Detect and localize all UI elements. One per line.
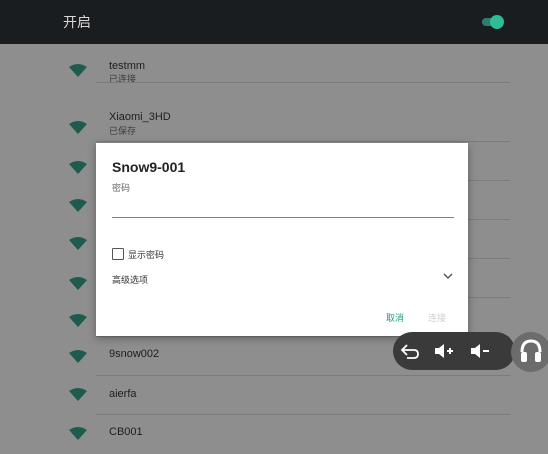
hearing-button[interactable] <box>511 332 548 372</box>
divider <box>96 82 510 83</box>
cancel-button[interactable]: 取消 <box>386 311 404 324</box>
wifi-signal-icon <box>69 121 87 134</box>
password-input[interactable] <box>112 199 454 218</box>
wifi-list-item[interactable]: testmm 已连接 <box>0 44 548 84</box>
wifi-signal-icon <box>69 199 87 212</box>
connect-button[interactable]: 连接 <box>428 311 446 324</box>
wifi-name: aierfa <box>109 388 137 400</box>
toggle-thumb <box>490 15 504 29</box>
password-label: 密码 <box>112 183 131 193</box>
wifi-name: Xiaomi_3HD <box>109 111 171 123</box>
wifi-name: testmm <box>109 60 146 72</box>
wifi-name: CB001 <box>109 426 143 438</box>
show-password-label: 显示密码 <box>128 250 165 260</box>
hearing-icon <box>520 339 542 362</box>
wifi-toggle[interactable] <box>480 15 504 29</box>
wifi-signal-icon <box>69 427 87 440</box>
volume-up-icon[interactable] <box>433 341 455 361</box>
wifi-list-item[interactable]: Xiaomi_3HD 已保存 <box>0 103 548 142</box>
wifi-signal-icon <box>69 161 87 174</box>
show-password-checkbox[interactable] <box>112 248 124 260</box>
dialog-title: Snow9-001 <box>112 159 186 175</box>
wifi-signal-icon <box>69 314 87 327</box>
floating-nav-bar <box>393 332 515 370</box>
wifi-list-item[interactable]: aierfa <box>0 376 548 415</box>
top-bar: 开启 <box>0 0 548 44</box>
wifi-signal-icon <box>69 64 87 77</box>
wifi-signal-icon <box>69 237 87 250</box>
wifi-toggle-label: 开启 <box>63 14 91 30</box>
back-icon[interactable] <box>399 341 421 361</box>
wifi-signal-icon <box>69 388 87 401</box>
chevron-down-icon[interactable] <box>442 271 454 281</box>
wifi-list-item[interactable]: CB001 <box>0 415 548 454</box>
wifi-name: 9snow002 <box>109 348 160 360</box>
wifi-password-dialog: Snow9-001 密码 显示密码 高级选项 取消 连接 <box>96 143 468 336</box>
advanced-options-toggle[interactable]: 高级选项 <box>112 273 148 286</box>
wifi-status: 已连接 <box>109 74 137 84</box>
volume-down-icon[interactable] <box>469 341 491 361</box>
wifi-signal-icon <box>69 350 87 363</box>
wifi-status: 已保存 <box>109 126 137 136</box>
wifi-signal-icon <box>69 277 87 290</box>
